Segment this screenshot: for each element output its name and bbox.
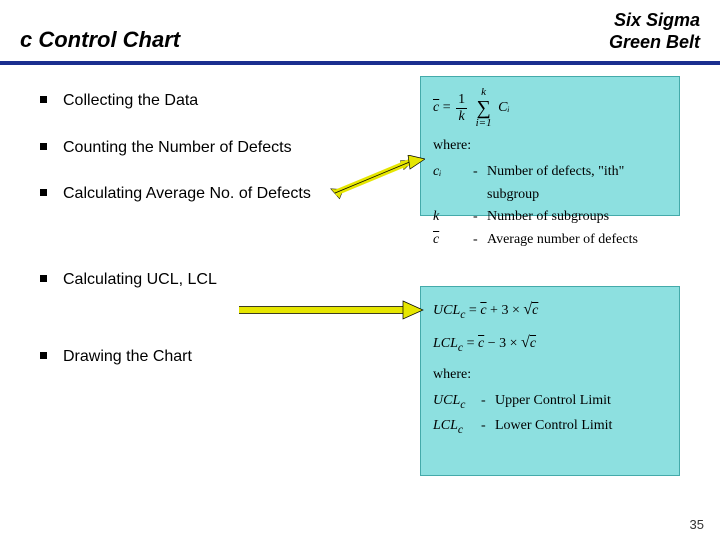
slide-title: c Control Chart — [20, 27, 180, 53]
bullet-icon — [40, 96, 47, 103]
dash-icon: - — [481, 390, 495, 414]
where-label: where: — [433, 364, 667, 386]
sym-cbar: c — [480, 303, 486, 318]
bullet-text-1: Collecting the Data — [63, 90, 198, 112]
bullet-icon — [40, 275, 47, 282]
formula-box-limits: UCLc = c + 3 × √c LCLc = c − 3 × √c wher… — [420, 286, 680, 476]
summation-icon: k ∑ i=1 — [476, 87, 492, 129]
def-sym-lcl: LCLc — [433, 415, 481, 439]
def-text: Average number of defects — [487, 229, 667, 251]
sym-cbar: c — [478, 336, 484, 351]
sigma-icon: ∑ — [476, 98, 490, 118]
definition-row: UCLc - Upper Control Limit — [433, 390, 667, 414]
sym-cbar-small: c — [433, 232, 439, 247]
dash-icon: - — [473, 229, 487, 251]
slide-header: c Control Chart Six Sigma Green Belt — [0, 0, 720, 65]
formula-ucl: UCLc = c + 3 × √c — [433, 297, 667, 324]
frac-num: 1 — [456, 92, 467, 108]
sqrt-icon: √ — [521, 334, 530, 351]
fraction-1-over-k: 1 k — [456, 92, 467, 124]
def-sym-cbar: c — [433, 229, 473, 251]
definition-row: cᵢ - Number of defects, "ith" subgroup — [433, 161, 667, 206]
definition-row: c - Average number of defects — [433, 229, 667, 251]
formula-cbar-equation: c = 1 k k ∑ i=1 Cᵢ — [433, 87, 667, 129]
sum-body: Cᵢ — [498, 100, 510, 115]
def-text: Number of subgroups — [487, 206, 667, 228]
def-text: Number of defects, "ith" subgroup — [487, 161, 667, 206]
bullet-text-4: Calculating UCL, LCL — [63, 269, 217, 291]
def-sym-k: k — [433, 206, 473, 228]
op-minus: − 3 × — [488, 336, 521, 351]
def-text: Lower Control Limit — [495, 415, 667, 439]
def-sym-ucl: UCLc — [433, 390, 481, 414]
sym-lcl-def: LCL — [433, 418, 458, 433]
formula-lcl: LCLc = c − 3 × √c — [433, 330, 667, 357]
sub-c: c — [460, 308, 465, 321]
sym-cbar-under-root: c — [530, 335, 536, 351]
bullet-text-5: Drawing the Chart — [63, 346, 192, 368]
definition-row: k - Number of subgroups — [433, 206, 667, 228]
program-badge: Six Sigma Green Belt — [609, 10, 700, 53]
eq-sign: = — [469, 303, 480, 318]
sqrt-icon: √ — [523, 301, 532, 318]
bullet-icon — [40, 352, 47, 359]
formula-box-average: c = 1 k k ∑ i=1 Cᵢ where: cᵢ - Number of… — [420, 76, 680, 216]
def-sym-ci: cᵢ — [433, 161, 473, 206]
sym-cbar-under-root: c — [532, 302, 538, 318]
badge-line-2: Green Belt — [609, 32, 700, 54]
sub-c: c — [458, 423, 463, 436]
sub-c: c — [460, 398, 465, 411]
bullet-icon — [40, 189, 47, 196]
sym-ucl: UCL — [433, 303, 460, 318]
bullet-text-3: Calculating Average No. of Defects — [63, 183, 311, 205]
definition-row: LCLc - Lower Control Limit — [433, 415, 667, 439]
op-plus: + 3 × — [490, 303, 523, 318]
frac-den: k — [457, 109, 467, 124]
badge-line-1: Six Sigma — [609, 10, 700, 32]
bullet-text-2: Counting the Number of Defects — [63, 137, 292, 159]
eq-sign: = — [443, 100, 451, 115]
sym-cbar: c — [433, 100, 439, 115]
dash-icon: - — [473, 206, 487, 228]
sub-c: c — [458, 341, 463, 354]
sum-lower: i=1 — [476, 118, 492, 129]
bullet-icon — [40, 143, 47, 150]
page-number: 35 — [690, 517, 704, 532]
dash-icon: - — [473, 161, 487, 206]
where-label: where: — [433, 135, 667, 157]
dash-icon: - — [481, 415, 495, 439]
sym-ucl-def: UCL — [433, 393, 460, 408]
def-text: Upper Control Limit — [495, 390, 667, 414]
eq-sign: = — [467, 336, 478, 351]
sym-lcl: LCL — [433, 336, 458, 351]
